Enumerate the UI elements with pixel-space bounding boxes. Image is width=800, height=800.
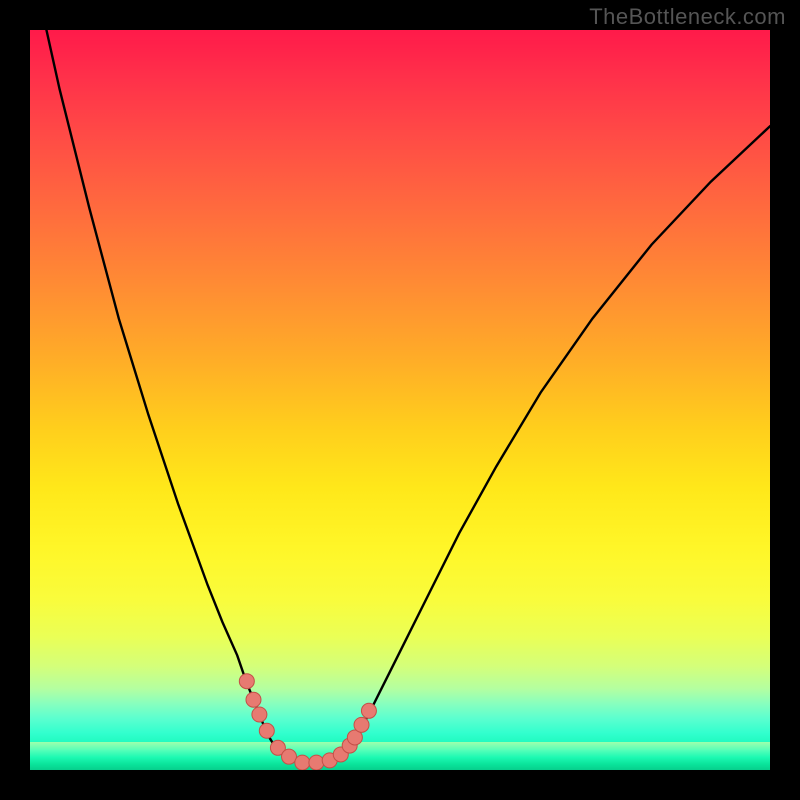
sample-marker — [259, 723, 274, 738]
plot-area — [30, 30, 770, 770]
chart-frame: TheBottleneck.com — [0, 0, 800, 800]
sample-marker — [309, 755, 324, 770]
watermark-text: TheBottleneck.com — [589, 4, 786, 30]
sample-marker — [252, 707, 267, 722]
sample-marker — [246, 692, 261, 707]
sample-marker — [239, 674, 254, 689]
sample-marker — [361, 703, 376, 718]
sample-marker — [295, 755, 310, 770]
bottleneck-curve — [30, 30, 770, 763]
curve-layer — [30, 30, 770, 770]
sample-marker — [354, 717, 369, 732]
sample-markers — [239, 674, 376, 770]
sample-marker — [282, 749, 297, 764]
